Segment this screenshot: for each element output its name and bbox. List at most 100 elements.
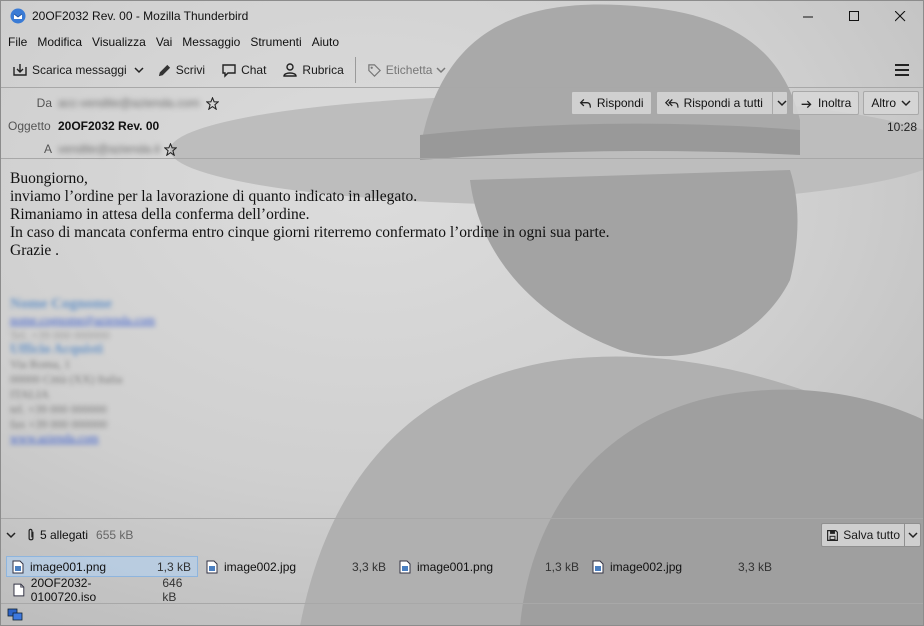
paperclip-icon bbox=[28, 528, 34, 540]
menu-strumenti[interactable]: Strumenti bbox=[245, 35, 306, 49]
attachment-name: image002.jpg bbox=[610, 559, 683, 574]
body-line: In caso di mancata conferma entro cinque… bbox=[10, 224, 610, 241]
attachment-name: 20OF2032-0100720.iso bbox=[30, 575, 97, 604]
hamburger-menu-icon bbox=[895, 64, 909, 76]
signature-name: Nome Cognome bbox=[10, 296, 113, 312]
chat-button[interactable]: Chat bbox=[216, 57, 271, 83]
menu-visualizza[interactable]: Visualizza bbox=[87, 35, 151, 49]
signature-line: 00000 Città (XX) Italia bbox=[10, 372, 123, 387]
forward-label: Inoltra bbox=[817, 96, 852, 110]
attachment-size: 646 kB bbox=[162, 575, 183, 604]
get-messages-label: Scarica messaggi bbox=[32, 63, 127, 77]
chevron-down-icon bbox=[134, 67, 144, 74]
chevron-down-icon bbox=[907, 532, 918, 539]
save-all-main[interactable]: Salva tutto bbox=[822, 524, 904, 546]
signature-link[interactable]: www.azienda.com bbox=[10, 431, 155, 446]
reply-icon bbox=[579, 98, 591, 108]
attachment-item[interactable]: 20OF2032-0100720.iso 646 kB bbox=[7, 576, 199, 604]
attachment-list: image001.png 1,3 kB image002.jpg 3,3 kB … bbox=[1, 552, 923, 604]
save-all-button[interactable]: Salva tutto bbox=[821, 523, 921, 547]
attachment-size: 1,3 kB bbox=[156, 559, 191, 574]
body-line: Buongiorno, bbox=[10, 170, 88, 187]
image-file-icon bbox=[592, 560, 604, 573]
attachment-item[interactable]: image002.jpg 3,3 kB bbox=[200, 556, 392, 577]
minimize-button[interactable] bbox=[785, 1, 831, 31]
tag-button[interactable]: Etichetta bbox=[362, 57, 452, 83]
menu-bar: File Modifica Visualizza Vai Messaggio S… bbox=[1, 31, 923, 52]
reply-button[interactable]: Rispondi bbox=[570, 91, 652, 115]
signature-block: Nome Cognome nome.cognome@azienda.com Te… bbox=[10, 295, 155, 446]
attachment-size: 3,3 kB bbox=[351, 559, 386, 574]
menu-messaggio[interactable]: Messaggio bbox=[177, 35, 245, 49]
forward-arrow-icon bbox=[801, 100, 812, 108]
contacts-icon bbox=[283, 63, 298, 77]
to-row: A vendite@azienda.it bbox=[1, 142, 178, 156]
menu-vai[interactable]: Vai bbox=[151, 35, 177, 49]
close-icon bbox=[894, 10, 905, 21]
attachment-item[interactable]: image001.png 1,3 kB bbox=[6, 556, 198, 577]
main-toolbar: Scarica messaggi Scrivi Chat Rubrica Eti… bbox=[1, 54, 923, 86]
close-button[interactable] bbox=[877, 1, 923, 31]
menu-file[interactable]: File bbox=[3, 35, 32, 49]
file-icon bbox=[13, 583, 25, 596]
attachment-bar: 5 allegati 655 kB Salva tutto bbox=[1, 518, 923, 551]
image-file-icon bbox=[12, 560, 24, 573]
attachment-size: 1,3 kB bbox=[544, 559, 579, 574]
reply-all-label: Rispondi a tutti bbox=[683, 96, 763, 110]
body-line: inviamo l’ordine per la lavorazione di q… bbox=[10, 188, 418, 205]
thunderbird-logo-icon bbox=[10, 8, 26, 24]
minimize-icon bbox=[802, 16, 813, 17]
title-bar: 20OF2032 Rev. 00 - Mozilla Thunderbird bbox=[1, 1, 923, 31]
attachment-size: 3,3 kB bbox=[737, 559, 772, 574]
write-label: Scrivi bbox=[175, 63, 206, 77]
network-status-icon[interactable] bbox=[7, 608, 23, 622]
star-icon[interactable] bbox=[164, 142, 178, 156]
window-controls bbox=[785, 1, 923, 31]
save-all-dropdown[interactable] bbox=[904, 524, 920, 546]
get-messages-button[interactable]: Scarica messaggi bbox=[7, 57, 132, 83]
chevron-down-icon bbox=[901, 100, 911, 107]
message-time: 10:28 bbox=[886, 120, 917, 134]
menu-modifica[interactable]: Modifica bbox=[32, 35, 87, 49]
attachment-count[interactable]: 5 allegati bbox=[26, 528, 88, 543]
header-actions: Rispondi Rispondi a tutti Inoltra Altro bbox=[570, 91, 919, 115]
body-line: Grazie . bbox=[10, 242, 60, 259]
attachment-name: image001.png bbox=[30, 559, 107, 574]
reply-all-icon bbox=[664, 98, 679, 108]
forward-button[interactable]: Inoltra bbox=[791, 91, 860, 115]
image-file-icon bbox=[206, 560, 218, 573]
app-menu-button[interactable] bbox=[891, 59, 913, 81]
chevron-down-icon bbox=[436, 67, 447, 74]
save-disk-icon bbox=[827, 529, 839, 541]
signature-email[interactable]: nome.cognome@azienda.com bbox=[10, 313, 155, 328]
attachment-item[interactable]: image002.jpg 3,3 kB bbox=[586, 556, 778, 577]
from-label: Da bbox=[36, 96, 52, 110]
attachment-item[interactable]: image001.png 1,3 kB bbox=[393, 556, 585, 577]
save-all-label: Salva tutto bbox=[843, 528, 900, 542]
tag-label: Etichetta bbox=[385, 63, 433, 77]
window-title: 20OF2032 Rev. 00 - Mozilla Thunderbird bbox=[32, 9, 249, 23]
other-actions-button[interactable]: Altro bbox=[863, 91, 919, 115]
subject-value: 20OF2032 Rev. 00 bbox=[58, 119, 160, 133]
other-label: Altro bbox=[871, 96, 896, 110]
reply-all-button[interactable]: Rispondi a tutti bbox=[655, 91, 788, 115]
address-book-button[interactable]: Rubrica bbox=[277, 57, 348, 83]
attachments-toggle[interactable] bbox=[6, 529, 18, 541]
tag-icon bbox=[368, 63, 381, 77]
write-button[interactable]: Scrivi bbox=[152, 57, 210, 83]
pencil-icon bbox=[158, 64, 170, 76]
status-bar bbox=[1, 603, 923, 625]
menu-aiuto[interactable]: Aiuto bbox=[307, 35, 344, 49]
signature-line: Tel. +39 000 000000 bbox=[10, 327, 110, 342]
reply-all-dropdown[interactable] bbox=[771, 92, 787, 114]
maximize-button[interactable] bbox=[831, 1, 877, 31]
chevron-down-icon bbox=[777, 100, 787, 107]
from-row: Da acc-vendite@azienda.com bbox=[1, 96, 219, 110]
get-messages-dropdown[interactable] bbox=[132, 57, 146, 83]
toolbar-separator bbox=[354, 57, 356, 83]
maximize-icon bbox=[848, 10, 859, 21]
to-address[interactable]: vendite@azienda.it bbox=[58, 142, 160, 156]
from-address[interactable]: acc-vendite@azienda.com bbox=[58, 96, 200, 110]
subject-label: Oggetto bbox=[8, 119, 51, 133]
star-icon[interactable] bbox=[205, 96, 219, 110]
